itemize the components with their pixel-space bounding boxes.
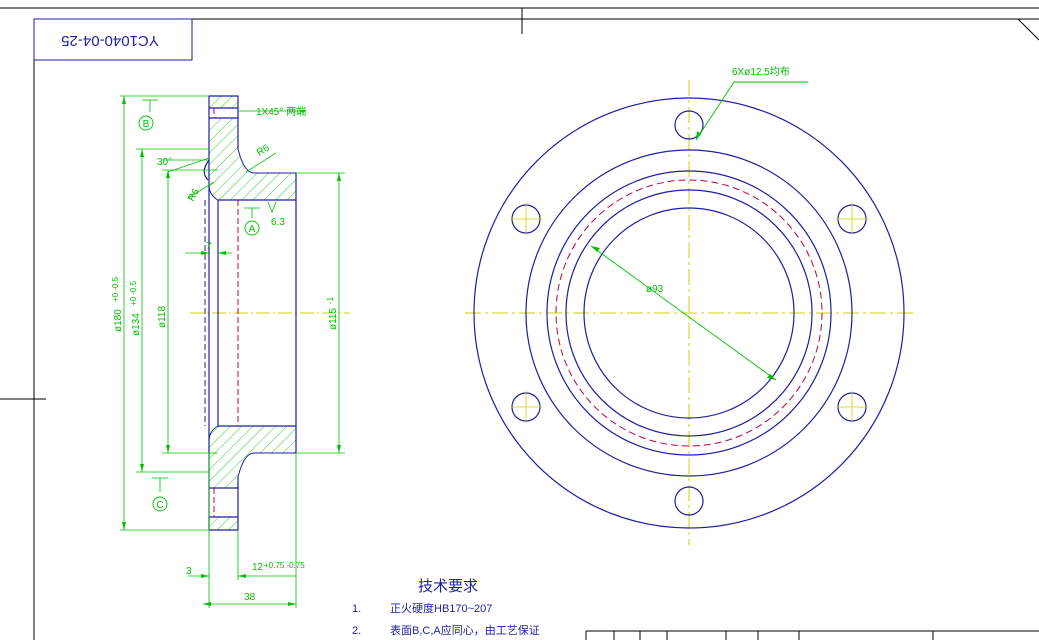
dim-od-label: ø180 <box>113 309 124 332</box>
dim-hub-len-tol: +0.75 -0.75 <box>264 561 305 570</box>
roughness-label: 6.3 <box>271 217 285 228</box>
dim-hub: ø115 -1 <box>326 296 339 330</box>
radius-label-top: R6 <box>255 142 272 158</box>
wall-dim-label: 7 <box>206 241 212 252</box>
diameter-label: ø93 <box>646 284 664 295</box>
dim-hub-len-label: 12 <box>252 562 264 573</box>
title-table <box>585 630 1039 640</box>
dim-bore-tol: +0 -0.5 <box>129 280 138 306</box>
drawing-number: YC1040-04-25 <box>61 32 159 49</box>
front-arrowheads <box>591 131 776 380</box>
dim-hub-tol: -1 <box>326 296 335 304</box>
dim-od-tol: +0 -0.5 <box>111 276 120 302</box>
tech-item-1-text: 正火硬度HB170~207 <box>390 601 492 615</box>
dim-od: ø180 +0 -0.5 <box>111 276 124 332</box>
title-block-topleft: YC1040-04-25 <box>33 18 193 61</box>
dim-bore-label: ø134 <box>131 313 142 336</box>
dim-bore: ø134 +0 -0.5 <box>129 280 142 336</box>
angle-label: 30° <box>157 157 172 168</box>
datum-c-label: C <box>156 500 163 511</box>
cad-drawing: YC1040-04-25 1X45° 两端 R6 R6 30° B A C 6.… <box>0 7 1039 640</box>
tech-item-2-num: 2. <box>352 625 361 637</box>
datum-b-label: B <box>143 119 150 130</box>
tech-title: 技术要求 <box>418 578 478 595</box>
dim-id-label: ø118 <box>157 306 168 328</box>
tech-item-2-text: 表面B,C,A应同心，由工艺保证 <box>390 623 540 637</box>
radius-label-bottom: R6 <box>186 187 202 204</box>
tech-item-1-num: 1. <box>352 603 361 615</box>
section-view: 1X45° 两端 R6 R6 30° B A C 6.3 7 ø180 +0 -… <box>111 95 350 608</box>
dim-hub-label: ø115 <box>328 308 339 330</box>
tech-requirements: 技术要求 1. 正火硬度HB170~207 2. 表面B,C,A应同心，由工艺保… <box>352 578 540 637</box>
chamfer-note: 1X45° 两端 <box>256 105 306 118</box>
front-view: 6Xø12.5均布 ø93 <box>465 66 915 545</box>
dim-total-len-label: 38 <box>244 592 256 603</box>
hole-note: 6Xø12.5均布 <box>732 66 790 78</box>
drawing-frame <box>0 7 1039 640</box>
datum-a-label: A <box>249 224 256 235</box>
dim-flange-thk-label: 3 <box>186 566 192 577</box>
